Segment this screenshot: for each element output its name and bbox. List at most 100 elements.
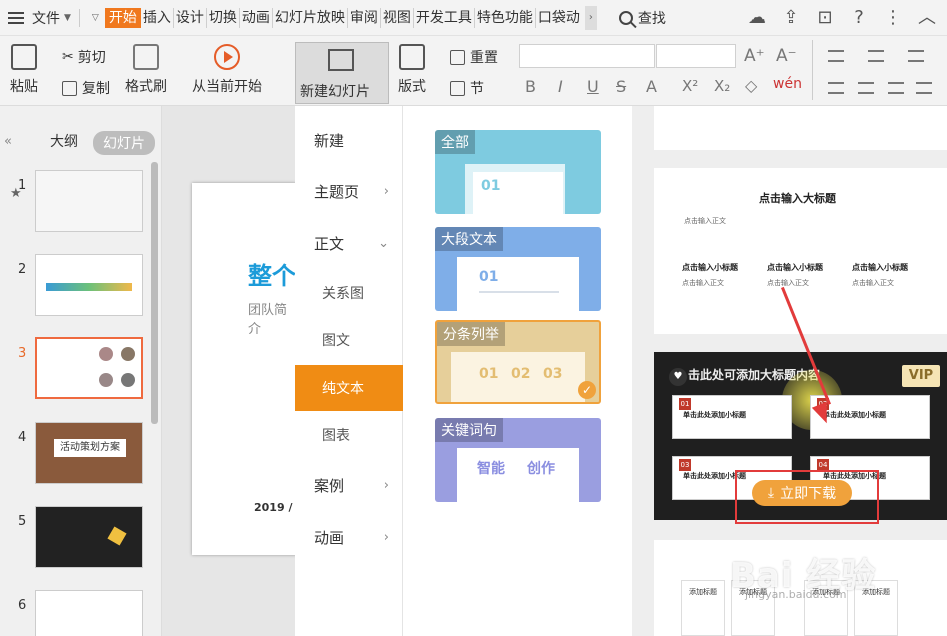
- bullet-list-icon[interactable]: [828, 50, 844, 62]
- slide-thumbnail-5[interactable]: [35, 506, 143, 568]
- slide-thumbnail-1[interactable]: [35, 170, 143, 232]
- subscript-icon[interactable]: X₂: [714, 77, 730, 95]
- tab-pocket[interactable]: 口袋动: [537, 8, 582, 28]
- dropdown-item-animation[interactable]: 动画 ›: [295, 515, 403, 559]
- number-list-icon[interactable]: [868, 50, 884, 62]
- tab-view[interactable]: 视图: [382, 7, 414, 28]
- avatar: [121, 373, 135, 387]
- collapse-ribbon-icon[interactable]: ︿: [917, 7, 937, 28]
- slide-thumbnail-6[interactable]: [35, 590, 143, 636]
- panel-scrollbar[interactable]: [151, 162, 158, 424]
- preview-slide-0[interactable]: [654, 106, 947, 150]
- strikethrough-icon[interactable]: S: [616, 77, 626, 96]
- tab-start[interactable]: 开始: [104, 7, 141, 28]
- slide-title[interactable]: 整个: [248, 256, 296, 291]
- section-button[interactable]: 节: [450, 78, 484, 98]
- tab-slides[interactable]: 幻灯片: [93, 131, 155, 155]
- template-card-keywords[interactable]: 智能 创作 关键词句: [435, 418, 601, 502]
- card-label: 关键词句: [435, 418, 503, 442]
- chevron-right-icon: ›: [383, 477, 389, 493]
- search-button[interactable]: 查找: [618, 8, 666, 28]
- indent-icon[interactable]: [908, 50, 924, 62]
- collapse-panel-icon[interactable]: «: [4, 134, 12, 149]
- eraser-icon[interactable]: ◇: [745, 76, 757, 95]
- tabs-more-icon[interactable]: ›: [584, 5, 597, 30]
- card-sheet: [457, 448, 579, 502]
- align-left-icon[interactable]: [828, 82, 844, 94]
- thumb-shape: [107, 526, 127, 546]
- card-number: 02: [511, 366, 531, 382]
- quick-access-chevron-icon[interactable]: ▽: [92, 13, 99, 23]
- tab-design[interactable]: 设计: [175, 7, 207, 28]
- current-slide[interactable]: 整个 团队简介 2019 /: [192, 183, 297, 555]
- hamburger-icon[interactable]: [8, 7, 30, 29]
- dropdown-item-image-text[interactable]: 图文: [295, 318, 403, 362]
- font-shrink-icon[interactable]: A⁻: [776, 46, 797, 66]
- slide-year[interactable]: 2019 /: [254, 501, 292, 514]
- format-painter-button[interactable]: 格式刷: [125, 44, 167, 96]
- dropdown-label: 案例: [314, 476, 345, 495]
- tab-slideshow[interactable]: 幻灯片放映: [274, 7, 348, 28]
- thumb-bar: [46, 283, 132, 291]
- tab-developer[interactable]: 开发工具: [415, 7, 475, 28]
- font-grow-icon[interactable]: A⁺: [744, 46, 765, 66]
- italic-icon[interactable]: I: [558, 77, 563, 96]
- tab-outline[interactable]: 大纲: [50, 131, 78, 151]
- help-icon[interactable]: ?: [849, 7, 869, 28]
- upload-icon[interactable]: ⊡: [815, 7, 835, 28]
- chevron-down-icon: ⌄: [378, 235, 389, 251]
- tab-transition[interactable]: 切换: [208, 7, 240, 28]
- slide-thumbnail-2[interactable]: [35, 254, 143, 316]
- font-family-select[interactable]: [519, 44, 655, 68]
- justify-icon[interactable]: [916, 82, 932, 94]
- dropdown-item-chart[interactable]: 图表: [295, 413, 403, 457]
- dropdown-item-theme[interactable]: 主题页 ›: [295, 169, 403, 213]
- slide-subtitle[interactable]: 团队简介: [248, 299, 297, 337]
- slide-number: 5: [18, 514, 27, 529]
- heart-icon[interactable]: ♥: [669, 368, 687, 386]
- layout-button[interactable]: 版式: [398, 44, 426, 96]
- scissors-icon: ✂: [62, 49, 74, 65]
- font-size-select[interactable]: [656, 44, 736, 68]
- slide-number: 6: [18, 598, 27, 613]
- font-color-icon[interactable]: A: [646, 77, 657, 96]
- file-menu[interactable]: 文件: [32, 8, 60, 28]
- layout-icon: [399, 44, 425, 70]
- bold-icon[interactable]: B: [525, 77, 536, 96]
- chevron-down-icon[interactable]: ▼: [64, 13, 71, 23]
- superscript-icon[interactable]: X²: [682, 77, 698, 95]
- dropdown-item-relation[interactable]: 关系图: [295, 271, 403, 315]
- dropdown-label: 动画: [314, 528, 345, 547]
- template-card-long-text[interactable]: 01 大段文本: [435, 227, 601, 311]
- tab-review[interactable]: 审阅: [349, 7, 381, 28]
- slide-thumbnail-3[interactable]: [35, 337, 143, 399]
- template-card-all[interactable]: 01 全部: [435, 130, 601, 214]
- tab-features[interactable]: 特色功能: [476, 7, 536, 28]
- highlight-box: [735, 470, 879, 524]
- layout-label: 版式: [398, 79, 426, 95]
- share-icon[interactable]: ⇪: [781, 7, 801, 28]
- copy-button[interactable]: 复制: [62, 78, 110, 98]
- dropdown-item-body[interactable]: 正文 ⌄: [295, 221, 403, 265]
- align-right-icon[interactable]: [888, 82, 904, 94]
- more-icon[interactable]: ⋮: [883, 7, 903, 28]
- section-icon: [450, 80, 465, 96]
- from-current-button[interactable]: 从当前开始: [192, 44, 262, 96]
- align-center-icon[interactable]: [858, 82, 874, 94]
- tab-insert[interactable]: 插入: [142, 7, 174, 28]
- slide-thumbnail-4[interactable]: 活动策划方案: [35, 422, 143, 484]
- reset-button[interactable]: 重置: [450, 47, 498, 67]
- phonetic-icon[interactable]: wén: [773, 76, 802, 92]
- card-label: 大段文本: [435, 227, 503, 251]
- tab-animation[interactable]: 动画: [241, 7, 273, 28]
- underline-icon[interactable]: U: [587, 77, 599, 96]
- dropdown-item-new[interactable]: 新建: [295, 118, 403, 162]
- preview-slide-1[interactable]: 点击输入大标题 点击输入正文 点击输入小标题 点击输入小标题 点击输入小标题 点…: [654, 168, 947, 334]
- dropdown-item-case[interactable]: 案例 ›: [295, 463, 403, 507]
- new-slide-button[interactable]: 新建幻灯片: [295, 42, 389, 104]
- dropdown-item-plain-text[interactable]: 纯文本: [295, 365, 403, 411]
- paste-button[interactable]: 粘贴: [10, 44, 38, 96]
- cloud-icon[interactable]: ☁: [747, 7, 767, 28]
- cut-button[interactable]: ✂ 剪切: [62, 47, 106, 67]
- template-card-list[interactable]: 01 02 03 分条列举 ✓: [435, 320, 601, 404]
